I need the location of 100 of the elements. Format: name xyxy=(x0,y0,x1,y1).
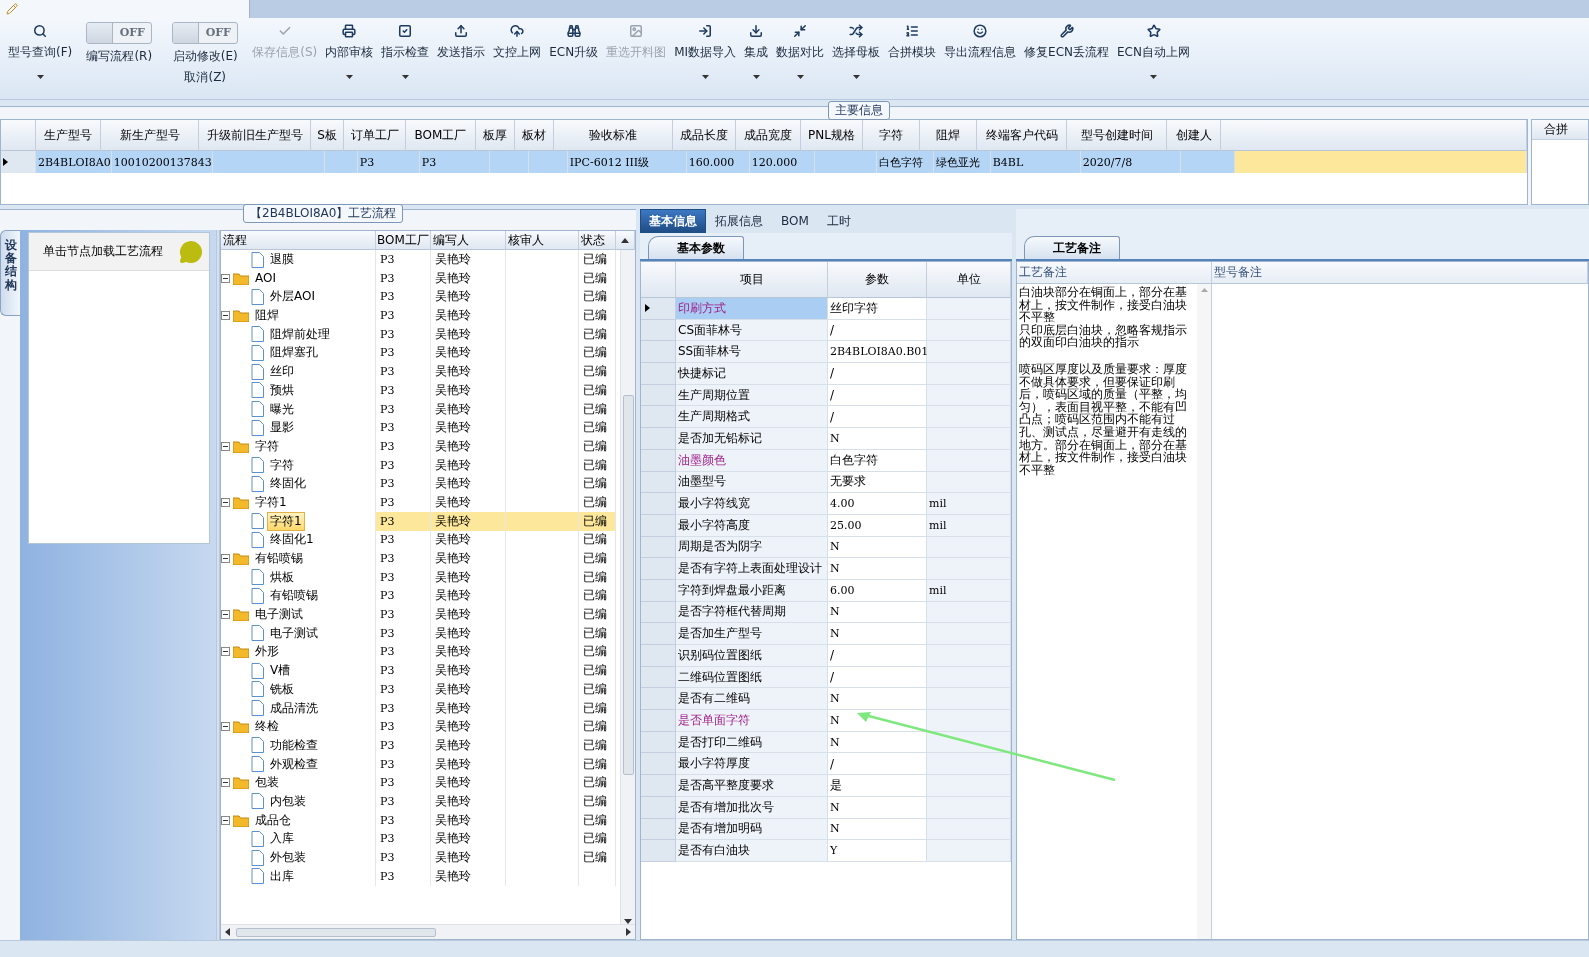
tree-node[interactable]: 终检 xyxy=(252,717,282,737)
table-cell[interactable]: SS面菲林号 xyxy=(676,341,828,364)
toolbar-button[interactable]: 内部审核 xyxy=(321,18,378,98)
table-cell[interactable]: 是否有二维码 xyxy=(676,688,828,711)
scroll-right-icon[interactable] xyxy=(626,928,631,936)
collapse-icon[interactable] xyxy=(221,815,230,825)
collapse-icon[interactable] xyxy=(221,647,230,657)
toolbar-button[interactable]: 文控上网 xyxy=(489,18,546,98)
tree-node[interactable]: 出库 xyxy=(267,866,297,886)
toolbar-button[interactable]: 合拼模块 xyxy=(884,18,941,98)
toolbar-button[interactable]: ECN自动上网 xyxy=(1113,18,1194,98)
tree-node[interactable]: 电子测试 xyxy=(267,623,321,643)
tree-node[interactable]: V槽 xyxy=(267,661,294,681)
tree-node[interactable]: 丝印 xyxy=(267,362,297,382)
tab[interactable]: 基本参数 xyxy=(648,236,744,259)
table-cell[interactable]: 是否单面字符 xyxy=(676,710,828,732)
table-cell[interactable]: 是否高平整度要求 xyxy=(676,775,828,797)
tree-node[interactable]: 铣板 xyxy=(267,679,297,699)
collapse-icon[interactable] xyxy=(221,554,230,563)
tree-node[interactable]: 终固化1 xyxy=(267,530,317,550)
table-cell[interactable]: 周期是否为阴字 xyxy=(676,536,828,559)
toolbar-button[interactable]: ECN升级 xyxy=(545,18,603,98)
table-cell[interactable]: 最小字符厚度 xyxy=(676,753,828,776)
table-cell[interactable]: CS面菲林号 xyxy=(676,319,828,342)
tab[interactable]: 拓展信息 xyxy=(706,209,772,233)
table-cell[interactable]: 最小字符高度 xyxy=(676,514,828,537)
toggle-switch[interactable]: OFF xyxy=(172,22,239,44)
tree-node[interactable]: 包装 xyxy=(252,773,282,793)
toolbar-button[interactable]: 数据对比 xyxy=(772,18,829,98)
table-cell[interactable]: 是否有白油块 xyxy=(676,840,828,862)
window-tab[interactable] xyxy=(0,0,250,18)
table-cell[interactable]: 生产周期格式 xyxy=(676,406,828,429)
table-cell[interactable]: 油墨颜色 xyxy=(676,449,828,472)
collapse-icon[interactable] xyxy=(221,722,230,732)
table-cell[interactable]: 最小字符线宽 xyxy=(676,493,828,515)
toolbar-button[interactable]: 导出流程信息 xyxy=(940,18,1021,98)
tree-node[interactable]: 退膜 xyxy=(267,250,297,269)
table-cell[interactable]: 二维码位置图纸 xyxy=(676,666,828,689)
tree-node[interactable]: 终固化 xyxy=(267,474,309,494)
tab[interactable]: BOM xyxy=(772,209,818,233)
table-cell[interactable]: 是否字符框代替周期 xyxy=(676,601,828,624)
scrollbar[interactable] xyxy=(221,924,635,939)
tree-node[interactable]: 显影 xyxy=(267,418,297,438)
tree-node[interactable]: 功能检查 xyxy=(267,735,321,755)
table-cell[interactable]: 字符到焊盘最小距离 xyxy=(676,579,828,602)
collapse-icon[interactable] xyxy=(221,273,230,283)
tree-node[interactable]: 曝光 xyxy=(267,399,297,419)
scrollbar[interactable] xyxy=(620,250,635,924)
toolbar-button[interactable]: MI数据导入 xyxy=(670,18,741,98)
tree-node[interactable]: 字符1 xyxy=(252,492,290,512)
tab[interactable]: 基本信息 xyxy=(640,209,706,233)
tree-node[interactable]: 内包装 xyxy=(267,791,309,811)
tree-node[interactable]: 烘板 xyxy=(267,567,297,587)
scrollbar[interactable] xyxy=(1197,284,1211,939)
tree-node[interactable]: 阻焊塞孔 xyxy=(267,343,321,363)
toggle-switch[interactable]: OFF xyxy=(86,22,153,44)
scroll-up-icon[interactable] xyxy=(621,237,629,243)
tree-node[interactable]: 字符 xyxy=(267,455,297,475)
table-cell[interactable]: 识别码位置图纸 xyxy=(676,645,828,667)
tree-node[interactable]: 字符 xyxy=(252,436,282,456)
table-cell[interactable]: 生产周期位置 xyxy=(676,384,828,407)
side-tab[interactable]: 设备结构 xyxy=(0,230,20,316)
collapse-icon[interactable] xyxy=(221,778,230,788)
table-cell[interactable]: 是否有增加批次号 xyxy=(676,796,828,819)
tree-node[interactable]: 有铅喷锡 xyxy=(267,586,321,606)
toolbar-button[interactable]: 集成 xyxy=(740,18,773,98)
tree-node[interactable]: 成品清洗 xyxy=(267,698,321,718)
tab[interactable]: 工时 xyxy=(817,209,860,233)
tree-node[interactable]: AOI xyxy=(252,270,279,287)
collapse-icon[interactable] xyxy=(221,311,230,321)
tree-node[interactable]: 入库 xyxy=(267,829,297,849)
tree-node[interactable]: 预烘 xyxy=(267,380,297,400)
tab[interactable]: 工艺备注 xyxy=(1024,236,1120,259)
tree-node[interactable]: 阻焊前处理 xyxy=(267,324,333,344)
collapse-icon[interactable] xyxy=(221,497,230,507)
table-row[interactable]: 2B4BLOI8A0 10010200137843 P3 P3 IPC-6012 III级 160.000 120.000 白色字符 绿色亚光 B4BL 2020/7/8 xyxy=(1,151,1527,173)
table-cell[interactable]: 油墨型号 xyxy=(676,471,828,494)
tree-node[interactable]: 外包装 xyxy=(267,848,309,867)
tree-node[interactable]: 成品仓 xyxy=(252,810,294,830)
toolbar-button[interactable]: 修复ECN丢流程 xyxy=(1020,18,1114,98)
tree-node[interactable]: 字符1 xyxy=(267,511,305,531)
table-cell[interactable]: 是否加无铅标记 xyxy=(676,428,828,450)
table-cell[interactable]: 印刷方式 xyxy=(676,298,828,320)
toolbar-button[interactable]: 发送指示 xyxy=(433,18,490,98)
table-cell[interactable]: 是否打印二维码 xyxy=(676,731,828,754)
table-cell[interactable]: 是否有字符上表面处理设计 xyxy=(676,558,828,580)
tree-node[interactable]: 阻焊 xyxy=(252,306,282,326)
toolbar-button[interactable]: 指示检查 xyxy=(377,18,434,98)
collapse-icon[interactable] xyxy=(221,610,230,620)
tree-node[interactable]: 外形 xyxy=(252,642,282,662)
scroll-left-icon[interactable] xyxy=(225,928,230,936)
collapse-icon[interactable] xyxy=(221,441,230,451)
tree-node[interactable]: 外层AOI xyxy=(267,287,318,307)
table-cell[interactable]: 是否有增加明码 xyxy=(676,818,828,841)
table-cell[interactable]: 快捷标记 xyxy=(676,363,828,385)
toolbar-button[interactable]: 选择母板 xyxy=(828,18,885,98)
table-cell[interactable]: 是否加生产型号 xyxy=(676,623,828,645)
tree-node[interactable]: 电子测试 xyxy=(252,605,306,625)
tree-node[interactable]: 有铅喷锡 xyxy=(252,549,306,568)
toolbar-button[interactable]: 型号查询(F) xyxy=(4,18,77,98)
